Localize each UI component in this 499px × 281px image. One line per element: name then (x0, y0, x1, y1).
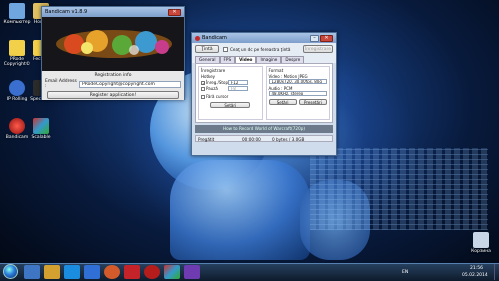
bandicam-window: Bandicam – ✕ Ţintă Ceaţ un dc pe fereast… (191, 32, 337, 156)
pause-checkbox[interactable] (201, 86, 205, 91)
bandicam-title-icon (195, 35, 200, 41)
keygen-graffiti-logo (56, 30, 172, 58)
tab-strip: General FPS Video Imagine Despre (192, 55, 336, 63)
tab-about[interactable]: Despre (281, 56, 305, 63)
show-desktop-button[interactable] (494, 264, 498, 280)
format-group: Format Video : Motion JPEG 1280x720, 30.… (265, 66, 330, 120)
hide-cursor-checkbox[interactable] (201, 94, 205, 99)
video-format-detail: 1280x720, 30.00fps, 80q (268, 79, 327, 84)
keygen-banner (42, 17, 184, 71)
rec-stop-checkbox[interactable]: ✓ (201, 80, 205, 85)
format-group-title: Format (268, 68, 284, 73)
start-button[interactable] (3, 264, 18, 279)
minimize-button[interactable]: – (310, 34, 319, 42)
video-tab-panel: Înregistrare Hotkey ✓ Înreg./Stop F12 Pa… (195, 63, 333, 123)
wallpaper-figure-body (170, 160, 310, 260)
register-application-button[interactable]: Register application! (47, 91, 179, 99)
bandicam-toolbar: Ţintă Ceaţ un dc pe fereastra ţintă Înre… (192, 43, 336, 55)
status-size: 0 bytes / 3.0GB (272, 137, 305, 142)
taskbar-app-icon[interactable] (184, 265, 200, 279)
pause-hotkey-field[interactable]: F8 (228, 86, 248, 91)
follow-window-checkbox[interactable] (223, 46, 228, 52)
clock-date[interactable]: 05.02.2014 (462, 273, 488, 278)
rec-stop-label: Înreg./Stop (206, 80, 228, 85)
window-caption-bar: How to Record World of Warcraft(720p) (195, 125, 333, 133)
email-field[interactable]: PRodeCopyright@copyright.com (79, 80, 181, 88)
record-group: Înregistrare Hotkey ✓ Înreg./Stop F12 Pa… (198, 66, 263, 120)
tab-fps[interactable]: FPS (219, 56, 236, 63)
format-settings-button[interactable]: Setări (268, 99, 297, 105)
record-group-title: Înregistrare (201, 68, 226, 73)
presets-button[interactable]: Presetări (298, 99, 327, 105)
archive-icon (33, 118, 49, 134)
bandicam-icon (9, 118, 25, 134)
taskbar-firefox-icon[interactable] (104, 265, 120, 279)
taskbar-skype-icon[interactable] (64, 265, 80, 279)
record-button-disabled[interactable]: Înregistrare (303, 45, 333, 53)
taskbar-ie-icon[interactable] (84, 265, 100, 279)
desktop-icon-recycle-bin[interactable]: Корзина (466, 232, 496, 254)
keygen-body: Registration info Email Address : PRodeC… (42, 71, 184, 100)
target-button[interactable]: Ţintă (195, 45, 219, 53)
bandicam-title: Bandicam (202, 35, 227, 41)
pause-label: Pauză (206, 86, 218, 91)
wallpaper-code-grid (310, 148, 488, 230)
registration-info-label: Registration info (94, 73, 132, 78)
keygen-title: Bandicam v1.8.9 (45, 9, 88, 15)
taskbar-opera-icon[interactable] (124, 265, 140, 279)
bandicam-titlebar: Bandicam – ✕ (192, 33, 336, 43)
tab-video[interactable]: Video (235, 56, 257, 63)
taskbar-bandicam-icon[interactable] (144, 265, 160, 279)
taskbar-archive-icon[interactable] (164, 265, 180, 279)
taskbar-explorer-icon[interactable] (24, 265, 40, 279)
keygen-window: Bandicam v1.8.9 ✕ Registration info Emai… (41, 6, 185, 100)
recycle-bin-icon (473, 232, 489, 248)
bandicam-close-button[interactable]: ✕ (320, 34, 333, 42)
clock-time[interactable]: 21:56 (470, 266, 483, 271)
follow-window-label: Ceaţ un dc pe fereastra ţintă (230, 46, 291, 52)
audio-format-detail: 48.0KHz, stereo (268, 91, 327, 96)
keygen-titlebar: Bandicam v1.8.9 ✕ (42, 7, 184, 17)
status-state: Pregătit (198, 137, 215, 142)
record-settings-button[interactable]: Setări (210, 102, 251, 108)
hide-cursor-label: Fără cursor (206, 94, 229, 99)
file-icon (9, 40, 25, 56)
window-caption-text: How to Record World of Warcraft(720p) (222, 126, 306, 131)
desktop-icon-scalable[interactable]: Scalable (26, 118, 56, 140)
taskbar-folder-icon[interactable] (44, 265, 60, 279)
keygen-close-button[interactable]: ✕ (168, 8, 181, 16)
globe-icon (9, 80, 25, 96)
status-time: 00:00:00 (242, 137, 261, 142)
language-indicator[interactable]: EN (402, 270, 408, 275)
computer-icon (9, 3, 25, 19)
rec-stop-hotkey-field[interactable]: F12 (228, 80, 248, 85)
hotkey-label: Hotkey (201, 74, 216, 79)
tab-general[interactable]: General (195, 56, 220, 63)
status-bar: Pregătit 00:00:00 0 bytes / 3.0GB (195, 135, 333, 142)
email-label: Email Address : (45, 79, 77, 89)
tab-image[interactable]: Imagine (256, 56, 282, 63)
